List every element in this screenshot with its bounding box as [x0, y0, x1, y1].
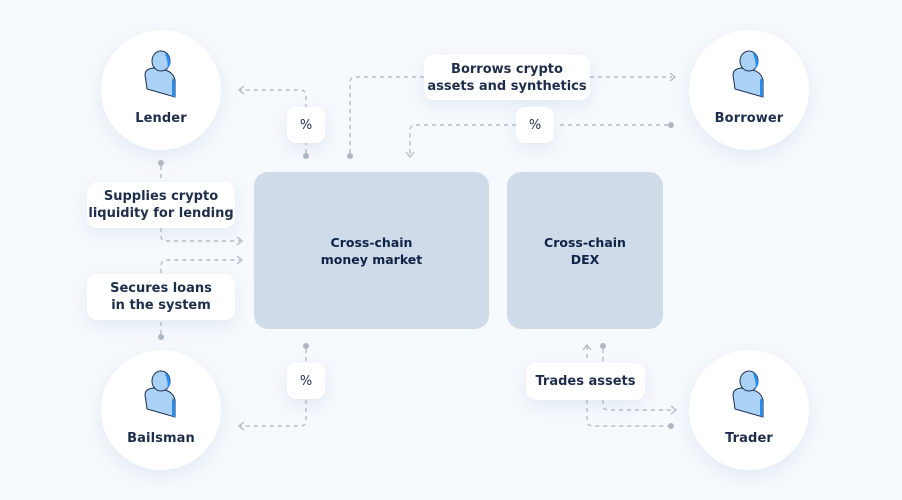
callout-secures-loans: Secures loans in the system	[87, 274, 235, 320]
actor-bailsman: Bailsman	[101, 350, 221, 470]
actor-lender: Lender	[101, 30, 221, 150]
actor-trader: Trader	[689, 350, 809, 470]
fee-badge-borrower: %	[516, 107, 554, 143]
actor-label: Borrower	[714, 110, 784, 126]
user-icon	[732, 370, 764, 418]
fee-badge-lender: %	[287, 107, 325, 143]
actor-label: Lender	[135, 110, 187, 126]
callout-supplies-liquidity: Supplies crypto liquidity for lending	[87, 182, 235, 228]
actor-borrower: Borrower	[689, 30, 809, 150]
actor-label: Trader	[725, 430, 773, 446]
user-icon	[144, 370, 176, 418]
fee-badge-bailsman: %	[287, 363, 325, 399]
callout-trades-assets: Trades assets	[526, 363, 645, 400]
user-icon	[732, 50, 764, 98]
user-icon	[144, 50, 176, 98]
actor-label: Bailsman	[127, 430, 195, 446]
platform-dex: Cross-chain DEX	[507, 172, 663, 329]
platform-money-market: Cross-chain money market	[254, 172, 489, 329]
diagram-canvas: .dash { fill: none; stroke: #b6bcc6; str…	[0, 0, 902, 500]
callout-borrows-assets: Borrows crypto assets and synthetics	[424, 55, 590, 100]
